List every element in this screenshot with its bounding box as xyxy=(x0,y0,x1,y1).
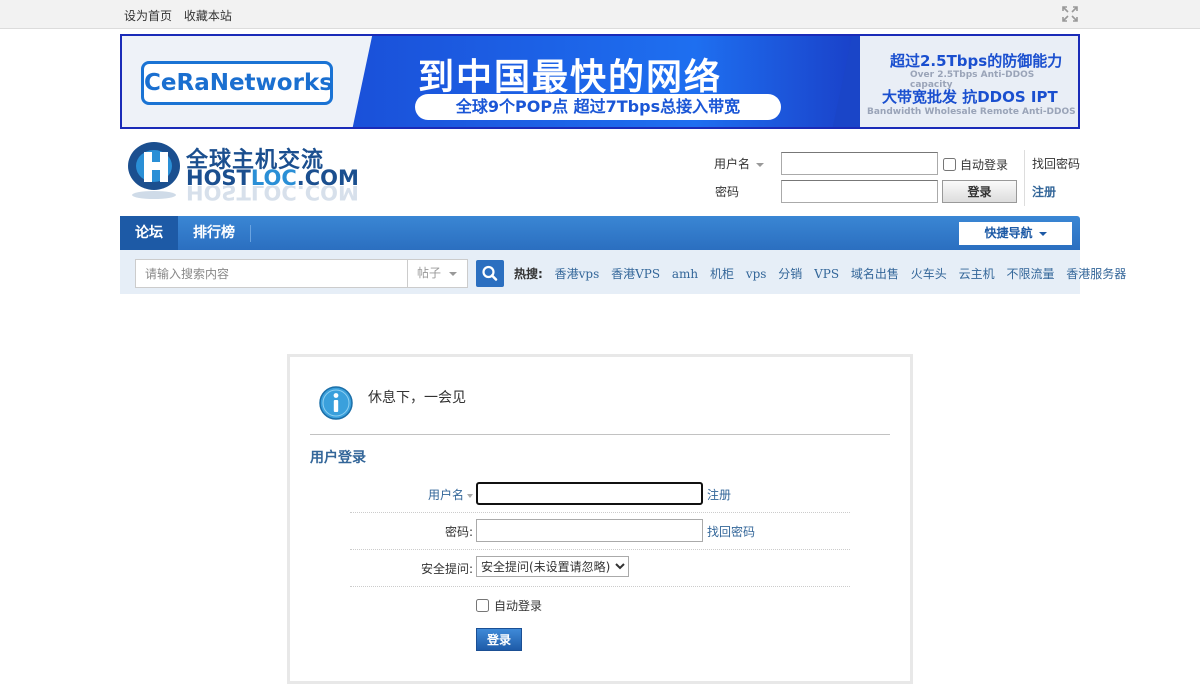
panel-title: 用户登录 xyxy=(310,450,366,466)
hot-term[interactable]: 香港vps xyxy=(555,267,600,281)
tab-ranking[interactable]: 排行榜 xyxy=(178,216,250,250)
auto-login-label: 自动登录 xyxy=(494,599,543,613)
hot-search: 热搜: 香港vps 香港VPS amh 机柜 vps 分销 VPS 域名出售 火… xyxy=(514,265,1134,282)
banner-right-line2-small: Bandwidth Wholesale Remote Anti-DDOS xyxy=(867,107,1076,117)
hot-term[interactable]: 火车头 xyxy=(911,267,947,281)
search-button[interactable] xyxy=(476,260,504,287)
expand-icon[interactable] xyxy=(1062,6,1078,22)
header-username-text: 用户名 xyxy=(714,157,751,171)
password-input[interactable] xyxy=(476,519,703,542)
header-register-link[interactable]: 注册 xyxy=(1032,183,1056,200)
chevron-down-icon xyxy=(467,493,473,498)
banner-ad[interactable]: CeRaNetworks 到中国最快的网络 全球9个POP点 超过7Tbps总接… xyxy=(120,34,1080,129)
banner-right-line1: 超过2.5Tbps的防御能力 xyxy=(890,52,1063,70)
quick-nav-label: 快捷导航 xyxy=(984,226,1033,240)
bookmark-link[interactable]: 收藏本站 xyxy=(184,9,232,23)
search-type-select[interactable]: 帖子 xyxy=(407,259,468,288)
username-row: 用户名 注册 xyxy=(350,476,850,513)
logo-refl-com: .COM xyxy=(296,186,359,204)
header-username-input[interactable] xyxy=(781,152,938,175)
header-auto-login-label: 自动登录 xyxy=(960,158,1009,172)
banner-headline: 到中国最快的网络 xyxy=(418,57,723,98)
header-auto-login[interactable]: 自动登录 xyxy=(943,156,1008,173)
search-bar: 帖子 热搜: 香港vps 香港VPS amh 机柜 vps 分销 VPS 域名出… xyxy=(120,250,1126,294)
username-label: 用户名 xyxy=(427,488,464,502)
top-links: 设为首页 收藏本站 xyxy=(124,7,240,24)
site-logo[interactable]: 全球主机交流 HOSTLOC.COM HOSTLOC.COM xyxy=(124,138,374,210)
header-login-button[interactable]: 登录 xyxy=(942,180,1017,203)
hot-search-label: 热搜: xyxy=(514,267,543,281)
banner-subline: 全球9个POP点 超过7Tbps总接入带宽 xyxy=(415,94,781,120)
hot-term[interactable]: 香港VPS xyxy=(611,267,660,281)
search-type-label: 帖子 xyxy=(417,266,442,280)
security-question-row: 安全提问: 安全提问(未设置请忽略) xyxy=(350,550,850,587)
auto-login-checkbox[interactable] xyxy=(476,599,489,612)
search-box xyxy=(135,259,408,288)
header-password-label: 密码 xyxy=(715,185,740,199)
username-input[interactable] xyxy=(476,482,703,505)
password-label: 密码: xyxy=(444,525,473,539)
hot-term[interactable]: 不限流量 xyxy=(1006,267,1054,281)
logo-refl-host: HOST xyxy=(186,186,251,204)
hot-term[interactable]: 域名出售 xyxy=(851,267,899,281)
login-panel: 休息下，一会见 用户登录 用户名 注册 密码: 找回密码 安全提问: 安全提问(… xyxy=(287,354,913,684)
hot-term[interactable]: 云主机 xyxy=(959,267,995,281)
header-divider xyxy=(1024,150,1025,206)
hot-term[interactable]: 分销 xyxy=(778,267,802,281)
password-row: 密码: 找回密码 xyxy=(350,513,850,550)
main-nav: 论坛 排行榜 快捷导航 xyxy=(120,216,1080,250)
banner-right-line2: 大带宽批发 抗DDOS IPT xyxy=(882,88,1058,106)
nav-divider xyxy=(250,225,251,242)
header-login: 用户名 自动登录 密码 登录 找回密码 注册 xyxy=(700,148,1080,208)
hot-term[interactable]: 机柜 xyxy=(710,267,734,281)
panel-divider xyxy=(310,434,890,435)
banner-brand-logo: CeRaNetworks xyxy=(141,61,333,105)
chevron-down-icon xyxy=(756,162,765,167)
hot-term[interactable]: VPS xyxy=(814,267,839,281)
header-auto-login-checkbox[interactable] xyxy=(943,158,956,171)
chevron-down-icon xyxy=(449,272,457,276)
top-bar: 设为首页 收藏本站 xyxy=(0,0,1200,29)
register-link[interactable]: 注册 xyxy=(707,486,731,503)
info-icon xyxy=(319,386,353,420)
header-password-input[interactable] xyxy=(781,180,938,203)
username-type-select[interactable]: 用户名 xyxy=(428,486,473,503)
find-password-link[interactable]: 找回密码 xyxy=(707,523,755,540)
tab-forum[interactable]: 论坛 xyxy=(120,216,178,250)
login-submit-button[interactable]: 登录 xyxy=(476,628,522,651)
search-input[interactable] xyxy=(136,260,408,287)
search-icon xyxy=(482,265,498,281)
logo-reflection: HOSTLOC.COM xyxy=(186,186,359,204)
security-question-select[interactable]: 安全提问(未设置请忽略) xyxy=(476,556,629,577)
header-find-password-link[interactable]: 找回密码 xyxy=(1032,155,1080,172)
logo-mark-icon xyxy=(128,142,180,199)
chevron-down-icon xyxy=(1038,231,1047,236)
security-question-label: 安全提问: xyxy=(420,562,473,576)
status-message: 休息下，一会见 xyxy=(368,390,466,406)
set-home-link[interactable]: 设为首页 xyxy=(124,9,172,23)
logo-refl-loc: LOC xyxy=(250,186,297,204)
hot-term[interactable]: vps xyxy=(746,267,767,281)
auto-login[interactable]: 自动登录 xyxy=(476,597,542,614)
hot-term[interactable]: amh xyxy=(672,267,698,281)
hot-term[interactable]: 香港服务器 xyxy=(1066,267,1126,281)
quick-nav-button[interactable]: 快捷导航 xyxy=(959,222,1072,245)
header-username-label[interactable]: 用户名 xyxy=(714,155,765,172)
